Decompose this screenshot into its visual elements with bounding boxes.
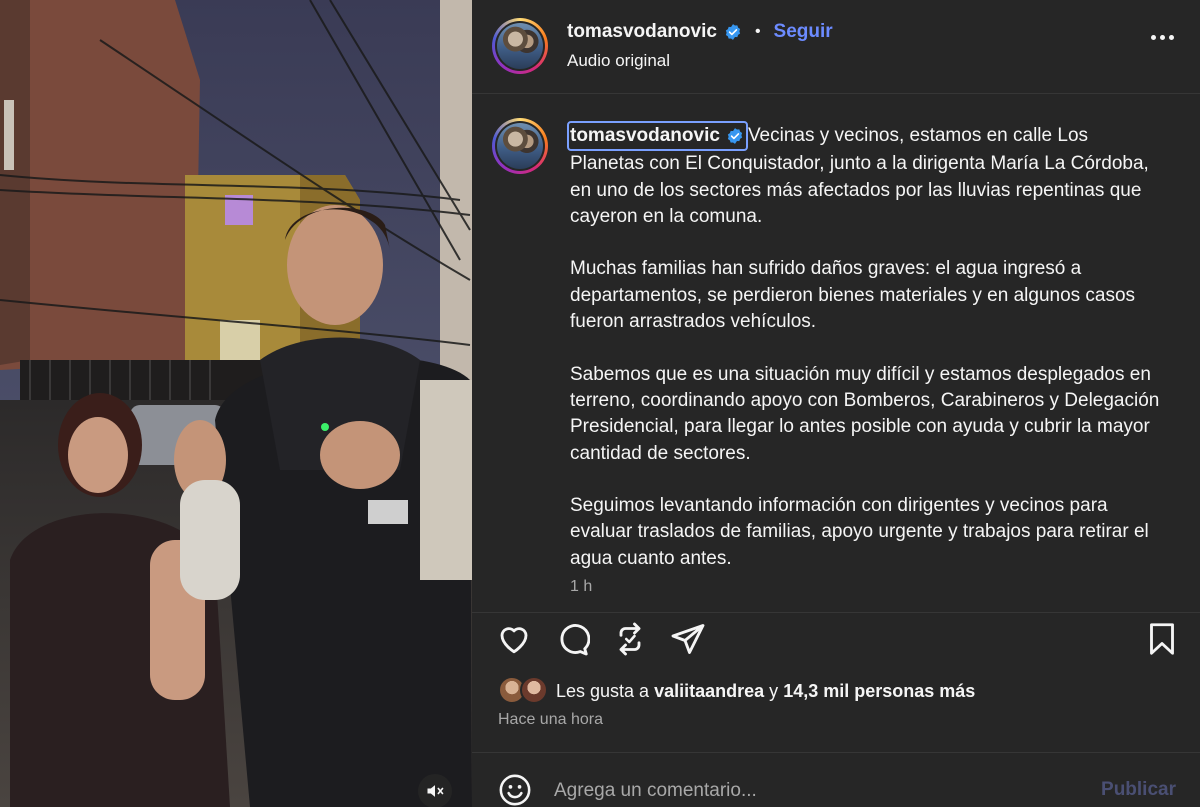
send-icon[interactable] [670, 621, 706, 657]
follow-button[interactable]: Seguir [774, 21, 833, 43]
video-player[interactable] [0, 0, 472, 807]
verified-badge-icon [725, 24, 741, 40]
caption-author-avatar[interactable] [492, 118, 548, 174]
mute-button[interactable] [418, 774, 452, 807]
liker-avatars[interactable] [498, 676, 550, 706]
caption-paragraph-2: Muchas familias han sufrido daños graves… [570, 258, 1136, 333]
muted-speaker-icon [427, 785, 444, 797]
author-line: tomasvodanovic • Seguir [567, 21, 833, 43]
likes-user-link[interactable]: valiitaandrea [654, 681, 764, 702]
separator-dot: • [754, 23, 761, 40]
caption-paragraph-4: Seguimos levantando información con diri… [570, 495, 1149, 569]
comment-composer: Publicar [472, 752, 1200, 807]
comment-bubble-icon[interactable] [554, 621, 590, 657]
heart-icon[interactable] [496, 621, 532, 657]
caption-paragraph-3: Sabemos que es una situación muy difícil… [570, 363, 1160, 464]
post-date[interactable]: Hace una hora [498, 711, 603, 729]
comment-input[interactable] [554, 777, 1074, 805]
post-caption: tomasvodanovic Vecinas y vecinos, estamo… [567, 121, 1160, 598]
more-options-icon[interactable] [1151, 35, 1174, 40]
emoji-icon[interactable] [498, 773, 532, 807]
post-header: tomasvodanovic • Seguir Audio original [472, 0, 1200, 94]
publish-button[interactable]: Publicar [1101, 779, 1176, 801]
repost-icon[interactable] [612, 621, 648, 657]
bookmark-icon[interactable] [1144, 621, 1180, 657]
caption-username[interactable]: tomasvodanovic [567, 121, 748, 152]
likes-summary: Les gusta a valiitaandrea y 14,3 mil per… [498, 676, 975, 706]
post-panel: tomasvodanovic • Seguir Audio original t… [472, 0, 1200, 807]
author-avatar[interactable] [492, 18, 548, 74]
verified-badge-icon [727, 128, 743, 145]
caption-timestamp[interactable]: 1 h [570, 578, 592, 596]
likes-connector: y [769, 680, 779, 701]
likes-prefix: Les gusta a [556, 680, 650, 701]
likes-count-link[interactable]: 14,3 mil personas más [783, 681, 975, 702]
video-frame [0, 0, 472, 807]
author-username[interactable]: tomasvodanovic [567, 21, 717, 43]
action-bar [472, 612, 1200, 662]
audio-label[interactable]: Audio original [567, 51, 670, 71]
